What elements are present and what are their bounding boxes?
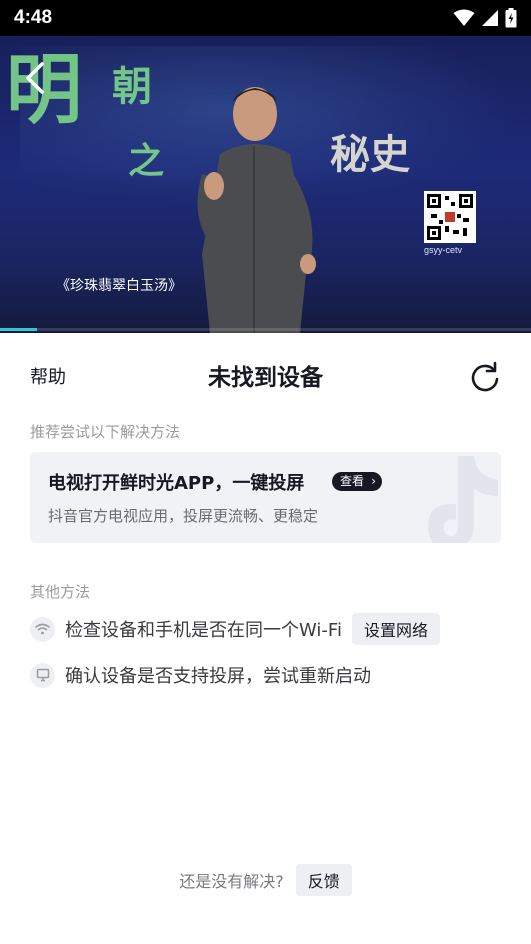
view-button-label: 查看 [340, 474, 365, 488]
cast-device-sheet: 帮助 未找到设备 推荐尝试以下解决方法 电视打开鲜时光APP，一键投屏 查看 › … [0, 333, 531, 944]
recommendation-title: 电视打开鲜时光APP，一键投屏 [48, 473, 305, 494]
option-row-restart: 确认设备是否支持投屏，尝试重新启动 [30, 662, 371, 688]
calligraphy-mishi: 秘史 [330, 131, 410, 178]
battery-charging-icon [505, 8, 517, 28]
video-player[interactable]: 明 朝 之 秘史 gsyy-cetv 《珍珠翡翠白玉汤》 [0, 36, 531, 333]
view-button[interactable]: 查看 › [332, 472, 383, 491]
sheet-title: 未找到设备 [208, 365, 323, 391]
presenter-figure [197, 87, 316, 333]
qr-code [424, 191, 476, 243]
sheet-footer: 还是没有解决? 反馈 [0, 864, 531, 896]
video-progress-bar[interactable] [0, 328, 531, 331]
wifi-icon [30, 616, 55, 642]
network-settings-button[interactable]: 设置网络 [351, 613, 440, 645]
other-methods-label: 其他方法 [30, 583, 91, 601]
recommendation-card[interactable]: 电视打开鲜时光APP，一键投屏 查看 › 抖音官方电视应用，投屏更流畅、更稳定 [30, 452, 501, 543]
signal-icon [482, 10, 498, 26]
recommended-section-label: 推荐尝试以下解决方法 [30, 423, 181, 441]
option-text-restart: 确认设备是否支持投屏，尝试重新启动 [65, 666, 371, 687]
recommendation-subtitle: 抖音官方电视应用，投屏更流畅、更稳定 [48, 507, 319, 525]
tiktok-watermark-icon [428, 456, 498, 543]
status-time: 4:48 [14, 7, 53, 28]
video-progress-fill [0, 328, 38, 331]
feedback-button[interactable]: 反馈 [295, 864, 352, 896]
back-chevron-icon[interactable] [18, 58, 52, 98]
calligraphy-chao: 朝 [112, 63, 152, 110]
video-caption: 《珍珠翡翠白玉汤》 [56, 278, 182, 294]
footer-text: 还是没有解决? [179, 872, 284, 891]
qr-label: gsyy-cetv [424, 245, 463, 255]
option-row-wifi: 检查设备和手机是否在同一个Wi-Fi 设置网络 [30, 613, 440, 645]
calligraphy-zhi: 之 [128, 140, 165, 182]
option-text-wifi: 检查设备和手机是否在同一个Wi-Fi [65, 620, 342, 641]
refresh-icon[interactable] [467, 359, 503, 395]
monitor-icon [30, 662, 55, 688]
chevron-right-icon: › [371, 474, 377, 488]
status-bar: 4:48 [0, 0, 531, 36]
wifi-icon [453, 9, 475, 26]
status-icons [453, 8, 517, 28]
